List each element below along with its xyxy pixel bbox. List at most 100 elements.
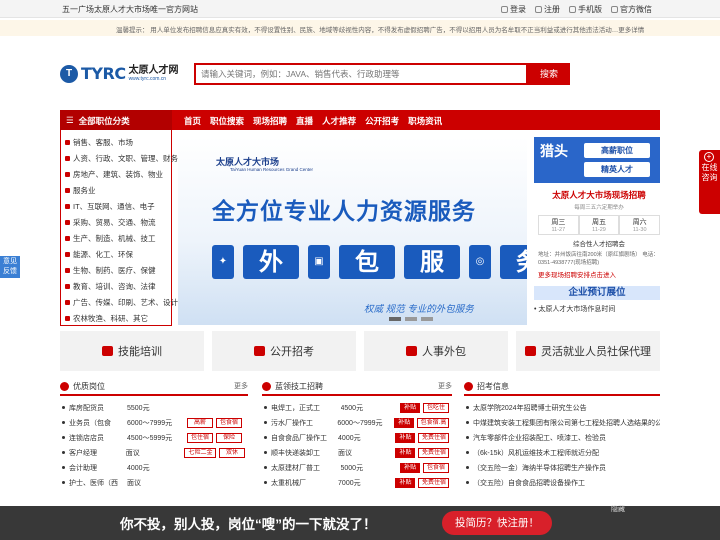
category-item[interactable]: 服务业 <box>61 182 171 198</box>
news-row[interactable]: （交五险）自食食品招聘设备操作工 <box>464 475 660 490</box>
carousel-dot[interactable] <box>405 317 417 321</box>
fair-day[interactable]: 周三 11-27 <box>538 215 579 235</box>
banner-tile: 服 <box>404 245 460 279</box>
person-icon <box>406 346 417 356</box>
category-icon <box>65 267 70 273</box>
all-categories-button[interactable]: ☰ 全部职位分类 <box>60 110 172 130</box>
job-row[interactable]: 电焊工，正式工 4500元 补贴 包吃住 <box>262 400 452 415</box>
category-item[interactable]: 生物、制药、医疗、保健 <box>61 262 171 278</box>
nav-live[interactable]: 直播 <box>296 115 313 127</box>
search-input[interactable] <box>194 63 528 85</box>
news-row[interactable]: （6k-15k）风机运维技术工程师就近分配 <box>464 445 660 460</box>
category-item[interactable]: 教育、培训、咨询、法律 <box>61 278 171 294</box>
carousel-dot[interactable] <box>389 317 401 321</box>
category-item[interactable]: 能源、化工、环保 <box>61 246 171 262</box>
register-icon <box>535 6 542 13</box>
category-icon <box>65 251 70 257</box>
booth-reserve-banner[interactable]: 企业预订展位 <box>534 286 660 300</box>
nav-news[interactable]: 职场资讯 <box>408 115 442 127</box>
banner-logo-sub: TaiYuan Human Resources Grand Center <box>230 167 314 172</box>
banner-tile: 包 <box>339 245 395 279</box>
nav-job-search[interactable]: 职位搜索 <box>210 115 244 127</box>
category-item[interactable]: 采购、贸易、交通、物流 <box>61 214 171 230</box>
menu-icon: ☰ <box>66 115 74 125</box>
phone-icon <box>569 6 576 13</box>
online-consult-button[interactable]: + 在线咨询 <box>699 150 720 214</box>
document-icon <box>254 346 265 356</box>
site-logo[interactable]: T TYRC 太原人才网 www.tyrc.com.cn <box>60 64 179 83</box>
fair-day[interactable]: 周五 11-29 <box>578 215 620 235</box>
news-row[interactable]: 中煤建筑安装工程集团有限公司第七工程处招聘人选结果的公 <box>464 415 660 430</box>
carousel-dot[interactable] <box>421 317 433 321</box>
work-hours-link[interactable]: • 太原人才大市场作息时间 <box>534 304 615 314</box>
top-links: 登录 注册 手机版 官方微信 <box>501 4 652 15</box>
job-row[interactable]: 顺丰快递装卸工 面议 补贴 免费住宿 <box>262 445 452 460</box>
social-insurance-button[interactable]: 灵活就业人员社保代理 <box>516 331 660 371</box>
register-cta-button[interactable]: 投简历？快注册！ <box>442 511 552 535</box>
nav-items: 首页 职位搜索 现场招聘 直播 人才推荐 公开招考 职场资讯 <box>184 115 442 127</box>
logo-cn: 太原人才网 <box>128 65 179 76</box>
job-row[interactable]: 太原建材厂普工 5000元 补贴 包食宿 <box>262 460 452 475</box>
logo-brand: TYRC <box>81 64 126 83</box>
headhunter-ad[interactable]: 猎头 高薪职位 精英人才 <box>534 137 660 183</box>
nav-talent[interactable]: 人才推荐 <box>322 115 356 127</box>
public-exam-button[interactable]: 公开招考 <box>212 331 356 371</box>
category-item[interactable]: 销售、客服、市场 <box>61 134 171 150</box>
job-row[interactable]: 会计助理 4000元 <box>60 460 248 475</box>
search-button[interactable]: 搜索 <box>528 63 570 85</box>
card-icon <box>525 346 536 356</box>
category-item[interactable]: 人资、行政、文职、管理、财务 <box>61 150 178 166</box>
job-row[interactable]: 污水厂操作工 6000～7999元 补贴 包食宿.高 <box>262 415 452 430</box>
job-row[interactable]: 库房配货员 5500元 <box>60 400 248 415</box>
notice-bar[interactable]: 温馨提示： 用人单位发布招聘信息应真实有效，不得设置性别、民族、地域等歧视性内容… <box>0 20 720 36</box>
category-list: 销售、客服、市场 人资、行政、文职、管理、财务 房地产、建筑、装饰、物业 服务业… <box>60 130 178 326</box>
high-salary-label: 高薪职位 <box>584 143 650 158</box>
premium-jobs-more[interactable]: 更多 <box>234 381 248 391</box>
wechat-link[interactable]: 官方微信 <box>611 4 652 15</box>
nav-onsite[interactable]: 现场招聘 <box>253 115 287 127</box>
category-item[interactable]: 农林牧渔、科研、其它 <box>61 310 171 326</box>
nav-home[interactable]: 首页 <box>184 115 201 127</box>
job-row[interactable]: 自食食品厂操作工 4000元 补贴 免费住宿 <box>262 430 452 445</box>
feedback-button[interactable]: 意见反馈 <box>0 256 20 278</box>
job-fair-days: 周三 11-27 周五 11-29 周六 11-30 <box>538 215 661 235</box>
category-item[interactable]: 广告、传媒、印刷、艺术、设计 <box>61 294 178 310</box>
banner-tiles: ✦ 外 ▣ 包 服 ◎ 务 <box>212 245 527 279</box>
news-row[interactable]: 汽车零部件企业招装配工、喷漆工、检验员 <box>464 430 660 445</box>
job-row[interactable]: 连锁店店员 4500～5999元 包住宿 保险 <box>60 430 248 445</box>
category-icon <box>65 283 70 289</box>
job-fair-title[interactable]: 太原人才大市场现场招聘 <box>538 189 660 201</box>
category-icon <box>65 171 70 177</box>
hide-ad-button[interactable]: 隐藏 <box>611 504 625 514</box>
hr-outsourcing-button[interactable]: 人事外包 <box>364 331 508 371</box>
job-row[interactable]: 太重机械厂 7000元 补贴 免费住宿 <box>262 475 452 490</box>
blue-collar-panel: 蓝领技工招聘 更多 电焊工，正式工 4500元 补贴 包吃住 污水厂操作工 6000～79… <box>262 378 452 490</box>
banner-carousel[interactable]: 太原人才大市场 TaiYuan Human Resources Grand Ce… <box>178 137 527 325</box>
premium-jobs-header: 优质岗位 更多 <box>60 378 248 396</box>
job-fair-address: 地址：并州饭店往南200米（原红旗剧场） 电话：0351-4938777(现场招… <box>538 252 659 266</box>
job-row[interactable]: 业务员（包食 6000～7999元 高薪 包食宿 <box>60 415 248 430</box>
job-row[interactable]: 护士、医师（西 面议 <box>60 475 248 490</box>
news-row[interactable]: （交五险一金）海纳半导体招聘生产操作员 <box>464 460 660 475</box>
skill-training-button[interactable]: 技能培训 <box>60 331 204 371</box>
carousel-dots <box>389 317 433 321</box>
register-link[interactable]: 注册 <box>535 4 560 15</box>
elite-talent-label: 精英人才 <box>584 162 650 177</box>
logo-url: www.tyrc.com.cn <box>128 76 167 82</box>
banner-tile-icon: ✦ <box>212 245 234 279</box>
news-row[interactable]: 太原学院2024年招聘博士研究生公告 <box>464 400 660 415</box>
category-item[interactable]: 生产、制造、机械、技工 <box>61 230 171 246</box>
mobile-link[interactable]: 手机版 <box>569 4 602 15</box>
category-icon <box>65 299 70 305</box>
fair-day[interactable]: 周六 11-30 <box>619 215 661 235</box>
user-icon <box>501 6 508 13</box>
blue-collar-more[interactable]: 更多 <box>438 381 452 391</box>
category-item[interactable]: IT、互联网、通信、电子 <box>61 198 171 214</box>
login-link[interactable]: 登录 <box>501 4 526 15</box>
job-fair-more-link[interactable]: 更多现场招聘安排点击进入 <box>538 269 660 279</box>
category-item[interactable]: 房地产、建筑、装饰、物业 <box>61 166 171 182</box>
nav-exam[interactable]: 公开招考 <box>365 115 399 127</box>
job-row[interactable]: 客户经理 面议 七险二金 双休 <box>60 445 248 460</box>
star-icon <box>60 381 69 391</box>
banner-tile-icon: ◎ <box>469 245 491 279</box>
